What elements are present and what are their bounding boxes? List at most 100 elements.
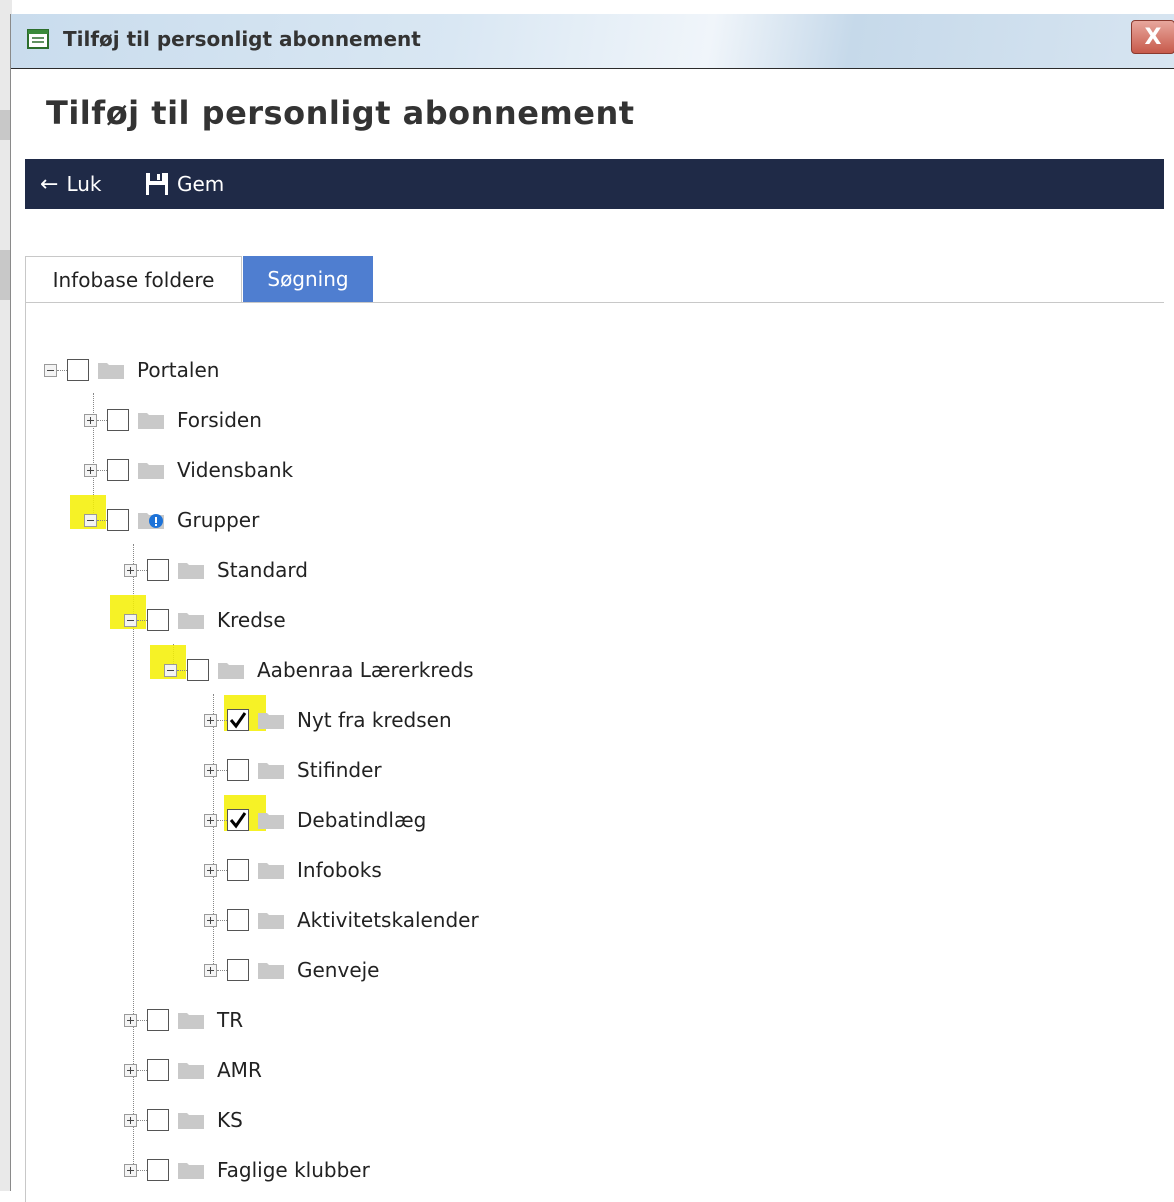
collapse-icon[interactable] (164, 663, 177, 677)
tree-node[interactable]: Vidensbank (84, 455, 293, 485)
tree-connector (217, 769, 227, 771)
expand-icon[interactable] (124, 1063, 137, 1077)
tree-node[interactable]: Forsiden (84, 405, 262, 435)
tree-node-checkbox[interactable] (227, 759, 249, 781)
expand-icon[interactable] (124, 1163, 137, 1177)
folder-icon (258, 763, 284, 779)
tree-node-label: Nyt fra kredsen (297, 708, 452, 732)
tree-node-checkbox[interactable] (187, 659, 209, 681)
expand-icon[interactable] (124, 1013, 137, 1027)
tree-connector (217, 969, 227, 971)
folder-icon (258, 713, 284, 729)
tree-node-checkbox[interactable] (67, 359, 89, 381)
folder-icon (178, 1163, 204, 1179)
tree-node[interactable]: Nyt fra kredsen (204, 705, 452, 735)
tree-node[interactable]: Portalen (44, 355, 219, 385)
tree-node[interactable]: Standard (124, 555, 308, 585)
folder-icon (258, 913, 284, 929)
tree-node-checkbox[interactable] (147, 1009, 169, 1031)
tree-connector (137, 1169, 147, 1171)
tree-node-label: Forsiden (177, 408, 262, 432)
tree-node-label: Debatindlæg (297, 808, 427, 832)
tree-node-label: Infoboks (297, 858, 382, 882)
tree-node-checkbox[interactable] (107, 509, 129, 531)
folder-tree: Portalen Forsiden Vidensbank Grupper Standar… (0, 0, 1174, 1191)
folder-icon (178, 613, 204, 629)
expand-icon[interactable] (124, 1113, 137, 1127)
tree-connector (217, 919, 227, 921)
tree-node[interactable]: Infoboks (204, 855, 382, 885)
tree-node-checkbox[interactable] (227, 809, 249, 831)
tree-node[interactable]: Debatindlæg (204, 805, 426, 835)
tree-node[interactable]: AMR (124, 1055, 262, 1085)
expand-icon[interactable] (204, 863, 217, 877)
expand-icon[interactable] (124, 563, 137, 577)
tree-node[interactable]: Genveje (204, 955, 379, 985)
tree-connector (97, 469, 107, 471)
tree-node-checkbox[interactable] (227, 859, 249, 881)
folder-icon (258, 813, 284, 829)
tree-node-label: Aabenraa Lærerkreds (257, 658, 474, 682)
tree-node-checkbox[interactable] (147, 1059, 169, 1081)
tree-node-label: Kredse (217, 608, 286, 632)
tree-node-label: KS (217, 1108, 243, 1132)
expand-icon[interactable] (84, 413, 97, 427)
folder-icon (138, 413, 164, 429)
tree-node[interactable]: Grupper (84, 505, 259, 535)
tree-node-label: TR (217, 1008, 244, 1032)
folder-icon (178, 563, 204, 579)
tree-node-label: Genveje (297, 958, 380, 982)
folder-icon (258, 963, 284, 979)
tree-node-checkbox[interactable] (147, 609, 169, 631)
tree-node[interactable]: KS (124, 1105, 243, 1135)
expand-icon[interactable] (204, 713, 217, 727)
tree-connector (97, 519, 107, 521)
tree-node-label: Portalen (137, 358, 220, 382)
folder-icon (178, 1013, 204, 1029)
tree-node-checkbox[interactable] (107, 409, 129, 431)
tree-node-checkbox[interactable] (147, 1159, 169, 1181)
checkmark-icon (229, 712, 247, 729)
expand-icon[interactable] (204, 913, 217, 927)
tree-connector (217, 869, 227, 871)
tree-node-checkbox[interactable] (227, 909, 249, 931)
tree-node[interactable]: Aktivitetskalender (204, 905, 479, 935)
tree-connector (217, 819, 227, 821)
expand-icon[interactable] (204, 963, 217, 977)
tree-connector (137, 1069, 147, 1071)
tree-connector (137, 1019, 147, 1021)
tree-node-checkbox[interactable] (147, 559, 169, 581)
collapse-icon[interactable] (84, 513, 97, 527)
tree-node-label: Stifinder (297, 758, 382, 782)
tree-node-checkbox[interactable] (147, 1109, 169, 1131)
tree-node-label: Aktivitetskalender (297, 908, 479, 932)
expand-icon[interactable] (204, 813, 217, 827)
expand-icon[interactable] (84, 463, 97, 477)
tree-node[interactable]: Aabenraa Lærerkreds (164, 655, 474, 685)
tree-node-label: Standard (217, 558, 308, 582)
tree-connector (97, 419, 107, 421)
folder-icon (178, 1113, 204, 1129)
folder-icon (138, 513, 164, 529)
tree-connector (57, 369, 67, 371)
collapse-icon[interactable] (124, 613, 137, 627)
tree-node-checkbox[interactable] (227, 709, 249, 731)
checkmark-icon (229, 812, 247, 829)
tree-node[interactable]: Faglige klubber (124, 1155, 370, 1185)
tree-connector (137, 1119, 147, 1121)
folder-icon (98, 363, 124, 379)
collapse-icon[interactable] (44, 363, 57, 377)
tree-connector (217, 719, 227, 721)
tree-node[interactable]: Stifinder (204, 755, 382, 785)
folder-icon (218, 663, 244, 679)
tree-node-checkbox[interactable] (107, 459, 129, 481)
tree-node-label: Vidensbank (177, 458, 294, 482)
tree-node-label: Faglige klubber (217, 1158, 370, 1182)
tree-connector (177, 669, 187, 671)
expand-icon[interactable] (204, 763, 217, 777)
tree-node[interactable]: Kredse (124, 605, 286, 635)
tree-node-label: AMR (217, 1058, 262, 1082)
tree-node-checkbox[interactable] (227, 959, 249, 981)
folder-icon (258, 863, 284, 879)
tree-node[interactable]: TR (124, 1005, 243, 1035)
